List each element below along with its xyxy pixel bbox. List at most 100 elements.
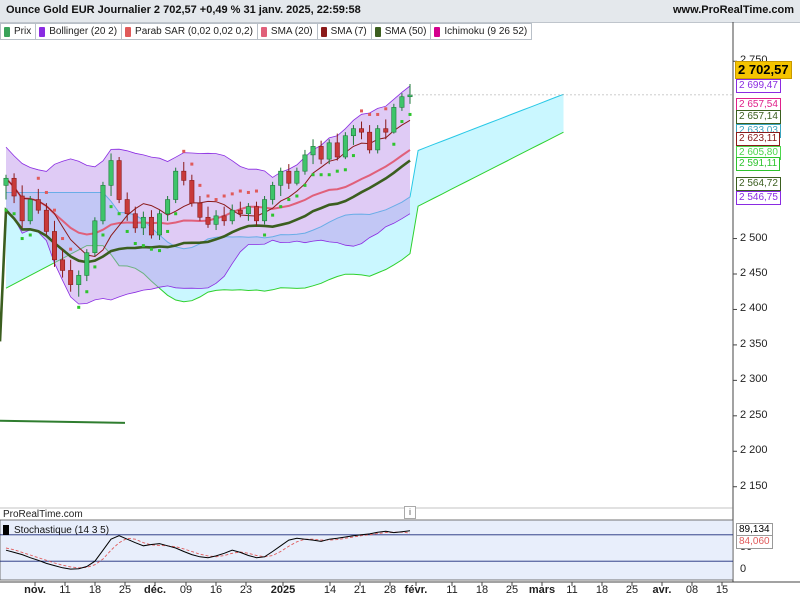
candle: [27, 196, 33, 225]
sar-dot: [351, 154, 355, 158]
sar-dot: [400, 120, 404, 124]
candle-body: [140, 216, 146, 229]
candle-body: [294, 170, 300, 184]
sar-dot: [52, 208, 56, 212]
sar-dot: [109, 205, 113, 209]
candle-body: [375, 128, 381, 151]
candle-body: [100, 185, 106, 222]
time-tick-label: 09: [179, 584, 193, 596]
sar-dot: [85, 290, 89, 294]
candle-body: [173, 170, 179, 200]
sar-dot: [327, 173, 331, 177]
candle-body: [342, 135, 348, 158]
candle-body: [245, 206, 251, 215]
candle-body: [383, 128, 389, 133]
candle-body: [11, 177, 17, 197]
price-tag: 2 657,14: [736, 110, 781, 124]
sar-dot: [376, 112, 380, 116]
candle-body: [84, 252, 90, 276]
candle-body: [237, 209, 243, 215]
price-tick-label: 2 250: [740, 408, 768, 421]
price-tick-label: 2 500: [740, 231, 768, 244]
time-tick-label: 11: [446, 584, 458, 596]
price-chart[interactable]: [0, 0, 800, 600]
candle-body: [359, 128, 364, 133]
candle: [375, 125, 381, 154]
candle: [100, 181, 106, 225]
price-tag: 2 546,75: [736, 191, 781, 205]
source-label: ProRealTime.com: [3, 509, 83, 520]
candle: [173, 167, 179, 204]
sar-dot: [12, 212, 16, 216]
time-tick-label: 18: [88, 584, 102, 596]
sar-dot: [368, 112, 372, 116]
time-tick-label: 25: [625, 584, 639, 596]
time-tick-label: 11: [59, 584, 71, 596]
price-tick-label: 2 200: [740, 444, 768, 457]
time-tick-label: 16: [209, 584, 223, 596]
time-tick-label: 15: [715, 584, 729, 596]
candle-body: [52, 231, 57, 261]
sar-dot: [117, 212, 121, 216]
price-tick-label: 2 450: [740, 267, 768, 279]
candle-body: [262, 199, 268, 222]
candle-body: [399, 96, 405, 108]
sar-dot: [238, 189, 242, 193]
time-tick-label: 14: [323, 584, 337, 596]
candle-body: [132, 213, 138, 229]
sar-dot: [246, 190, 250, 194]
sar-dot: [254, 189, 258, 193]
candle-body: [302, 154, 308, 172]
candle-body: [181, 170, 187, 181]
time-tick-label: 11: [566, 584, 578, 596]
candle-body: [3, 177, 9, 186]
candle-body: [35, 199, 41, 211]
candle-body: [189, 180, 195, 204]
candle-body: [148, 216, 154, 236]
candle-body: [367, 131, 373, 151]
candle: [342, 132, 348, 160]
sar-dot: [149, 247, 153, 251]
candle-body: [254, 206, 259, 222]
sar-dot: [319, 173, 323, 177]
sar-dot: [28, 233, 32, 237]
sar-dot: [303, 183, 307, 187]
candle-body: [334, 142, 340, 158]
candle-body: [27, 199, 33, 222]
candle-body: [68, 270, 74, 285]
price-tag: 2 591,11: [736, 157, 781, 171]
time-tick-label: févr.: [404, 584, 428, 596]
price-tick-label: 2 350: [740, 337, 768, 350]
sar-dot: [408, 112, 412, 116]
sar-dot: [174, 212, 178, 216]
time-tick-label: 2025: [270, 584, 296, 596]
stochastic-legend: Stochastique (14 3 5): [0, 523, 109, 537]
candle-body: [270, 185, 276, 200]
sar-dot: [158, 249, 162, 253]
candle-body: [116, 160, 122, 200]
stochastic-label: Stochastique (14 3 5): [14, 524, 110, 536]
price-tag: 2 702,57: [735, 61, 792, 79]
time-tick-label: avr.: [652, 584, 672, 596]
candle-body: [326, 142, 332, 160]
time-tick-label: 18: [475, 584, 489, 596]
candle-body: [350, 128, 356, 137]
stoch-tick-label: 0: [740, 563, 747, 575]
candle-body: [229, 209, 235, 222]
price-tag: 2 699,47: [736, 79, 781, 93]
info-icon[interactable]: i: [404, 506, 416, 519]
stochastic-swatch: [3, 525, 9, 535]
sar-dot: [295, 194, 299, 198]
sar-dot: [182, 149, 186, 153]
sar-dot: [230, 192, 234, 196]
price-tick-label: 2 150: [740, 479, 768, 492]
sar-dot: [287, 198, 291, 202]
candle-body: [108, 160, 114, 186]
candle-body: [286, 170, 292, 184]
candle-body: [310, 146, 316, 156]
candle-body: [76, 275, 82, 285]
candle-body: [221, 215, 227, 222]
sar-dot: [69, 247, 73, 251]
sar-dot: [279, 205, 283, 209]
candle-body: [407, 94, 413, 98]
